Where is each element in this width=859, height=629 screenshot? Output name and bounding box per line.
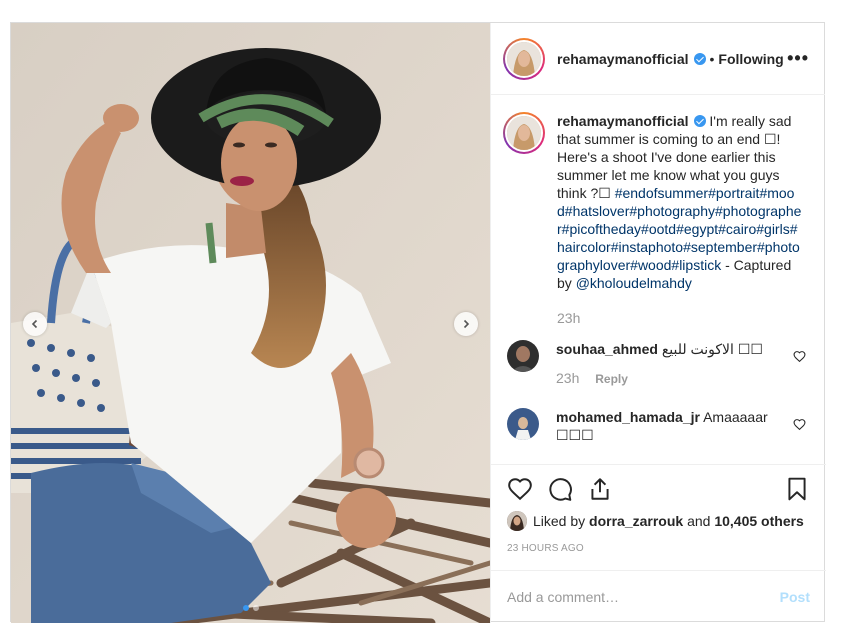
instagram-post: rehamaymanofficial • Following ••• reham… bbox=[10, 22, 826, 623]
comment-avatar[interactable] bbox=[507, 408, 539, 440]
comment-avatar[interactable] bbox=[507, 340, 539, 372]
comment-time[interactable]: 23h bbox=[556, 370, 579, 386]
add-comment-bar: Post bbox=[491, 570, 826, 623]
action-icons bbox=[507, 465, 810, 513]
share-icon[interactable] bbox=[587, 476, 613, 502]
likes-others[interactable]: 10,405 others bbox=[714, 513, 804, 529]
verified-badge-icon bbox=[693, 52, 706, 65]
comments-section[interactable]: rehamaymanofficial I'm really sad that s… bbox=[491, 96, 826, 464]
carousel-indicator bbox=[11, 605, 490, 611]
comment-text: الاكونت للبيع ☐☐ bbox=[661, 341, 763, 357]
post-actions: Liked by dorra_zarrouk and 10,405 others… bbox=[491, 464, 826, 554]
verified-badge-icon bbox=[693, 115, 706, 127]
carousel-prev-button[interactable] bbox=[23, 312, 47, 336]
reply-button[interactable]: Reply bbox=[595, 372, 628, 386]
caption-mention[interactable]: @kholoudelmahdy bbox=[576, 275, 692, 291]
likes-connector: and bbox=[687, 513, 711, 529]
comment-like-heart-icon[interactable] bbox=[793, 418, 806, 431]
comment-body: souhaa_ahmed الاكونت للبيع ☐☐ bbox=[556, 340, 786, 358]
likes-prefix: Liked by bbox=[533, 513, 586, 529]
avatar-image bbox=[507, 408, 539, 440]
likes-summary: Liked by dorra_zarrouk and 10,405 others bbox=[507, 511, 810, 531]
separator-bullet: • bbox=[709, 50, 715, 67]
post-timestamp[interactable]: 23 HOURS AGO bbox=[507, 543, 810, 554]
liker-avatar[interactable] bbox=[507, 511, 527, 531]
caption-avatar[interactable] bbox=[503, 112, 545, 154]
comment-meta: 23h Reply bbox=[556, 370, 786, 386]
comment-item: mohamed_hamada_jr Amaaaaar ☐☐☐ bbox=[503, 408, 810, 444]
comment-icon[interactable] bbox=[547, 476, 573, 502]
post-photo[interactable] bbox=[11, 23, 490, 623]
carousel-dot bbox=[252, 605, 259, 611]
caption-time[interactable]: 23h bbox=[557, 310, 810, 326]
carousel-dot bbox=[242, 605, 249, 611]
avatar-image bbox=[507, 340, 539, 372]
author-avatar[interactable] bbox=[503, 37, 545, 80]
avatar-image bbox=[507, 511, 527, 531]
liker-username[interactable]: dorra_zarrouk bbox=[589, 513, 683, 529]
comment-input[interactable] bbox=[507, 589, 780, 605]
post-comment-button[interactable]: Post bbox=[780, 589, 810, 605]
post-header: rehamaymanofficial • Following ••• bbox=[491, 23, 825, 95]
post-image bbox=[11, 23, 490, 623]
heart-icon[interactable] bbox=[507, 476, 533, 502]
avatar-image bbox=[507, 116, 541, 150]
caption-username[interactable]: rehamaymanofficial bbox=[557, 113, 689, 129]
avatar-image bbox=[507, 41, 541, 76]
post-caption: rehamaymanofficial I'm really sad that s… bbox=[503, 112, 810, 292]
caption-body: rehamaymanofficial I'm really sad that s… bbox=[557, 112, 802, 292]
comment-body: mohamed_hamada_jr Amaaaaar ☐☐☐ bbox=[556, 408, 786, 444]
more-options-icon[interactable]: ••• bbox=[787, 48, 809, 69]
comment-like-heart-icon[interactable] bbox=[793, 350, 806, 363]
comment-item: souhaa_ahmed الاكونت للبيع ☐☐ 23h Reply bbox=[503, 340, 810, 386]
comment-username[interactable]: souhaa_ahmed bbox=[556, 341, 658, 357]
carousel-next-button[interactable] bbox=[454, 312, 478, 336]
post-side-panel: rehamaymanofficial • Following ••• reham… bbox=[490, 23, 826, 623]
chevron-right-icon bbox=[463, 319, 470, 329]
bookmark-icon[interactable] bbox=[784, 476, 810, 502]
chevron-left-icon bbox=[31, 319, 38, 329]
comment-username[interactable]: mohamed_hamada_jr bbox=[556, 409, 700, 425]
author-username[interactable]: rehamaymanofficial bbox=[557, 51, 689, 67]
following-button[interactable]: Following bbox=[718, 51, 783, 67]
